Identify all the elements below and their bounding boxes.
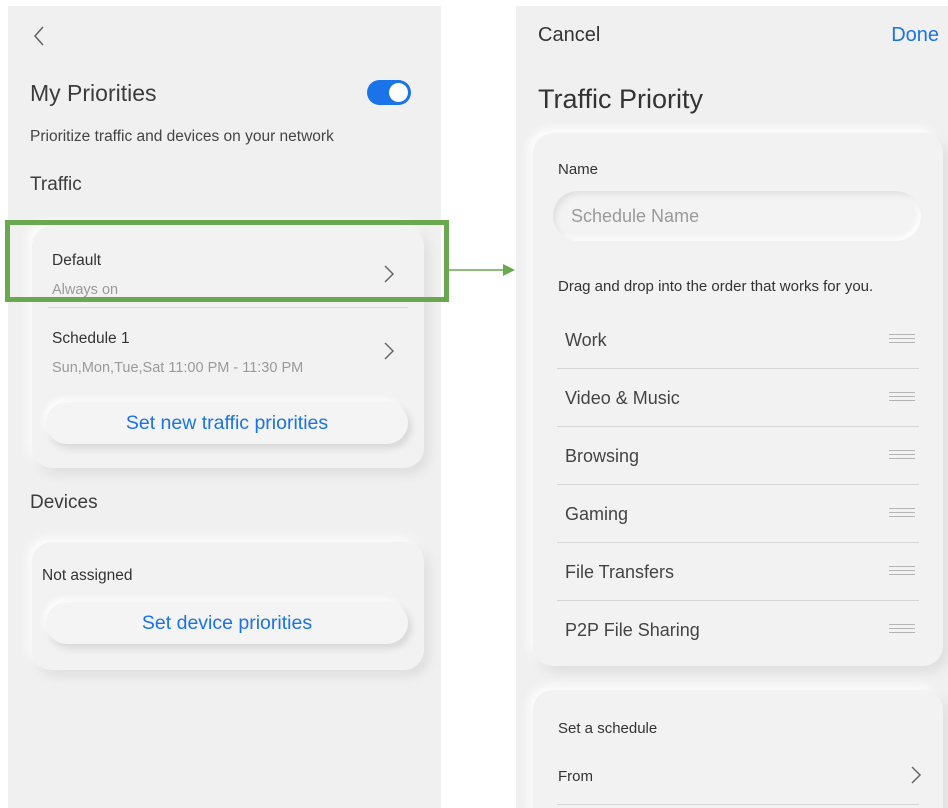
devices-status: Not assigned [42,567,133,584]
set-device-priorities-button[interactable]: Set device priorities [46,602,408,644]
done-button[interactable]: Done [891,24,939,47]
drag-handle-icon[interactable] [889,566,915,576]
arrow-right-icon [449,264,515,276]
drag-handle-icon[interactable] [889,624,915,634]
chevron-right-icon [911,766,922,784]
schedule-label: Set a schedule [558,720,658,737]
row-divider [557,804,919,805]
traffic-heading: Traffic [30,174,82,195]
priority-label: File Transfers [565,562,675,582]
priority-item-file-transfers[interactable]: File Transfers [557,543,919,601]
from-label: From [558,768,593,785]
my-priorities-screen: My Priorities Prioritize traffic and dev… [8,6,441,808]
priority-label: Work [565,330,607,350]
schedule-card: Set a schedule From [533,690,943,808]
cancel-button[interactable]: Cancel [538,24,600,47]
toggle-knob [389,83,408,102]
traffic-row-title: Schedule 1 [52,330,130,347]
priority-label: Gaming [565,504,629,524]
drag-handle-icon[interactable] [889,334,915,344]
from-row[interactable]: From [533,754,943,802]
devices-heading: Devices [30,492,98,513]
page-title: My Priorities [30,80,157,106]
drag-handle-icon[interactable] [889,450,915,460]
drag-handle-icon[interactable] [889,508,915,518]
priority-item-p2p-file-sharing[interactable]: P2P File Sharing [557,601,919,659]
page-subtitle: Prioritize traffic and devices on your n… [30,128,334,145]
chevron-left-icon[interactable] [30,24,50,48]
priority-label: Browsing [565,446,640,466]
drag-handle-icon[interactable] [889,392,915,402]
priority-item-video-music[interactable]: Video & Music [557,369,919,427]
highlight-box [5,220,449,302]
name-label: Name [558,161,599,178]
set-new-traffic-priorities-button[interactable]: Set new traffic priorities [46,402,408,444]
traffic-row-schedule-1[interactable]: Schedule 1 Sun,Mon,Tue,Sat 11:00 PM - 11… [32,310,424,390]
priority-item-work[interactable]: Work [557,311,919,369]
priority-item-browsing[interactable]: Browsing [557,427,919,485]
devices-card: Not assigned Set device priorities [32,542,424,670]
traffic-priority-screen: Cancel Done Traffic Priority Name Drag a… [516,6,948,808]
priority-label: P2P File Sharing [565,620,700,640]
drag-hint: Drag and drop into the order that works … [558,278,874,295]
schedule-name-input[interactable] [553,191,921,241]
row-divider [48,307,408,308]
chevron-right-icon [384,342,395,360]
traffic-row-subtitle: Sun,Mon,Tue,Sat 11:00 PM - 11:30 PM [52,360,304,376]
priorities-toggle[interactable] [367,80,411,105]
traffic-priority-card: Name Drag and drop into the order that w… [533,133,943,666]
priority-item-gaming[interactable]: Gaming [557,485,919,543]
page-title: Traffic Priority [538,84,704,114]
priority-label: Video & Music [565,388,680,408]
